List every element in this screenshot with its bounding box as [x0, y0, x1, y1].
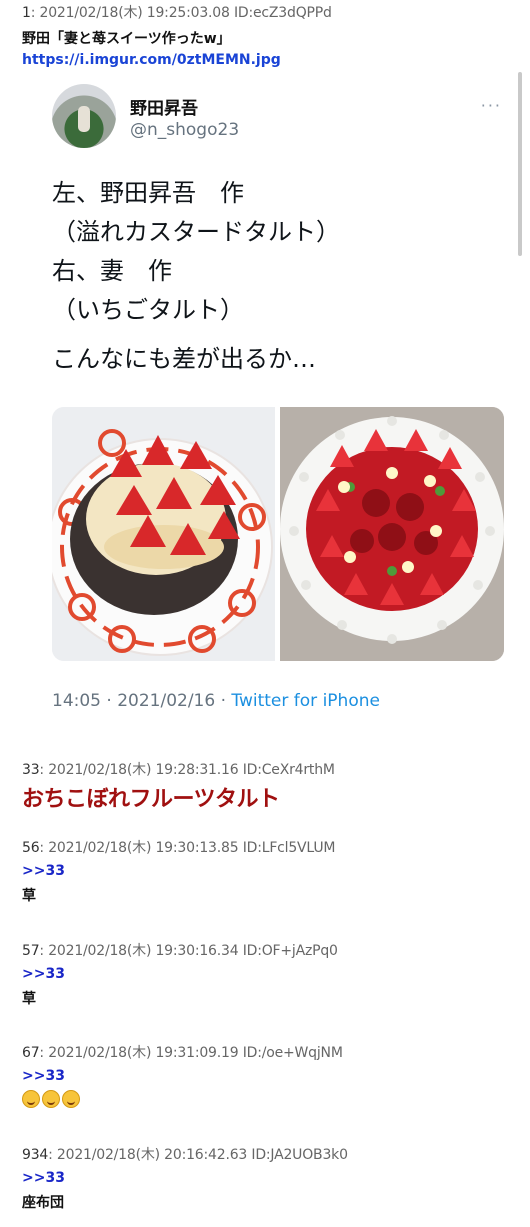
post-id: ID:JA2UOB3k0: [251, 1147, 348, 1163]
tweet-author-handle[interactable]: @n_shogo23: [130, 120, 239, 140]
strawberry-tart-photo[interactable]: [280, 407, 504, 661]
post-date: 2021/02/18(木) 19:25:03.08: [39, 5, 230, 21]
post-id: ID:LFcl5VLUM: [242, 840, 336, 856]
post-header: 67: 2021/02/18(木) 19:31:09.19 ID:/oe+Wqj…: [22, 1045, 343, 1061]
more-options-icon[interactable]: ···: [481, 96, 502, 115]
post-body: 草: [22, 888, 36, 904]
reply-anchor-link[interactable]: >>33: [22, 1170, 520, 1186]
post-id: ID:CeXr4rthM: [242, 762, 335, 778]
grinning-face-icon: [22, 1090, 40, 1108]
post-67: 67: 2021/02/18(木) 19:31:09.19 ID:/oe+Wqj…: [22, 1042, 520, 1108]
tweet-text: 左、野田昇吾 作 （溢れカスタードタルト） 右、妻 作 （いちごタルト） こんな…: [52, 174, 504, 379]
post-body: 草: [22, 991, 36, 1007]
tweet-author-name[interactable]: 野田昇吾: [130, 94, 198, 119]
savoring-face-icon: [42, 1090, 60, 1108]
reply-anchor-link[interactable]: >>33: [22, 966, 520, 982]
post-934: 934: 2021/02/18(木) 20:16:42.63 ID:JA2UOB…: [22, 1144, 520, 1212]
tweet-line: 右、妻 作: [52, 257, 172, 285]
post-33: 33: 2021/02/18(木) 19:28:31.16 ID:CeXr4rt…: [22, 759, 520, 813]
post-number: 67: [22, 1045, 40, 1061]
tweet-timestamp[interactable]: 14:05 · 2021/02/16 · Twitter for iPhone: [52, 691, 380, 711]
tweet-photos: [52, 407, 504, 661]
post-number: 56: [22, 840, 40, 856]
post-number: 934: [22, 1147, 49, 1163]
post-id: ID:/oe+WqjNM: [242, 1045, 343, 1061]
post-header: 56: 2021/02/18(木) 19:30:13.85 ID:LFcl5VL…: [22, 840, 336, 856]
avatar[interactable]: [52, 84, 116, 148]
tweet-source-link[interactable]: Twitter for iPhone: [231, 691, 380, 711]
post-title: 野田「妻と苺スイーツ作ったw」: [22, 31, 231, 47]
tweet-line: （溢れカスタードタルト）: [52, 218, 340, 246]
reply-anchor-link[interactable]: >>33: [22, 1068, 520, 1084]
post-body: 座布団: [22, 1195, 64, 1211]
post-header: 33: 2021/02/18(木) 19:28:31.16 ID:CeXr4rt…: [22, 762, 335, 778]
post-header: 1: 2021/02/18(木) 19:25:03.08 ID:ecZ3dQPP…: [22, 5, 332, 21]
post-header: 57: 2021/02/18(木) 19:30:16.34 ID:OF+jAzP…: [22, 943, 338, 959]
embed-scrollbar[interactable]: [518, 72, 522, 256]
image-link[interactable]: https://i.imgur.com/0ztMEMN.jpg: [22, 52, 520, 68]
post-57: 57: 2021/02/18(木) 19:30:16.34 ID:OF+jAzP…: [22, 940, 520, 1008]
post-date: 2021/02/18(木) 19:31:09.19: [48, 1045, 239, 1061]
custard-tart-photo[interactable]: [52, 407, 275, 661]
tweet-line: （いちごタルト）: [52, 296, 244, 324]
post-header: 934: 2021/02/18(木) 20:16:42.63 ID:JA2UOB…: [22, 1147, 348, 1163]
post-date: 2021/02/18(木) 20:16:42.63: [56, 1147, 248, 1163]
tweet-line: こんなにも差が出るか…: [52, 345, 316, 373]
post-number: 33: [22, 762, 40, 778]
embedded-tweet[interactable]: 野田昇吾 @n_shogo23 ··· 左、野田昇吾 作 （溢れカスタードタルト…: [52, 80, 504, 720]
post-body: [22, 1090, 520, 1108]
tweet-time[interactable]: 14:05 · 2021/02/16 ·: [52, 691, 231, 711]
post-date: 2021/02/18(木) 19:30:13.85: [48, 840, 239, 856]
post-id: ID:OF+jAzPq0: [242, 943, 338, 959]
post-number: 1: [22, 5, 31, 21]
laughing-face-icon: [62, 1090, 80, 1108]
post-date: 2021/02/18(木) 19:28:31.16: [48, 762, 239, 778]
reply-anchor-link[interactable]: >>33: [22, 863, 520, 879]
post-1: 1: 2021/02/18(木) 19:25:03.08 ID:ecZ3dQPP…: [22, 2, 520, 68]
post-number: 57: [22, 943, 40, 959]
post-body: おちこぼれフルーツタルト: [22, 787, 280, 812]
post-id: ID:ecZ3dQPPd: [233, 5, 332, 21]
post-date: 2021/02/18(木) 19:30:16.34: [48, 943, 239, 959]
post-56: 56: 2021/02/18(木) 19:30:13.85 ID:LFcl5VL…: [22, 837, 520, 905]
tweet-line: 左、野田昇吾 作: [52, 179, 244, 207]
